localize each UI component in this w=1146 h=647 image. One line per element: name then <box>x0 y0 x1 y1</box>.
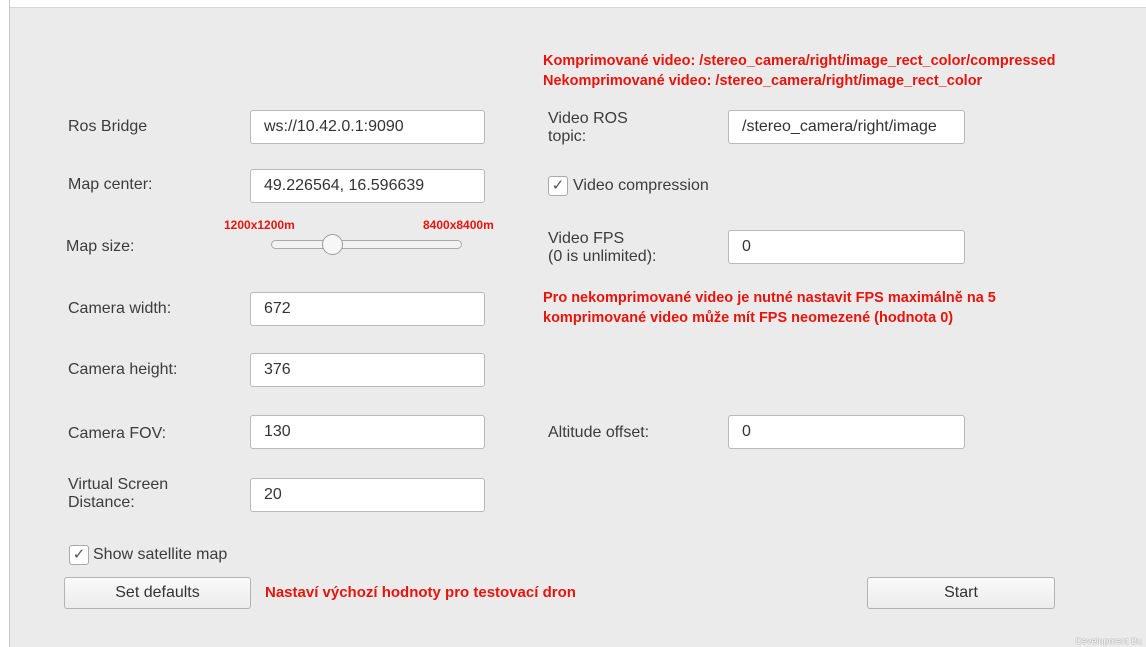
video-ros-topic-input[interactable]: /stereo_camera/right/image <box>728 110 965 144</box>
development-build-watermark: Development Bu <box>1075 636 1142 646</box>
altitude-offset-label: Altitude offset: <box>548 424 650 441</box>
annotation-compressed-topic: Komprimované video: /stereo_camera/right… <box>543 53 1056 69</box>
virtual-screen-label-line2: Distance: <box>68 494 135 511</box>
ros-bridge-input[interactable]: ws://10.42.0.1:9090 <box>250 110 485 144</box>
camera-fov-input[interactable]: 130 <box>250 415 485 449</box>
video-ros-topic-label-line2: topic: <box>548 128 587 145</box>
camera-width-input[interactable]: 672 <box>250 292 485 326</box>
camera-width-label: Camera width: <box>68 300 172 317</box>
annotation-uncompressed-topic: Nekomprimované video: /stereo_camera/rig… <box>543 73 983 89</box>
ros-bridge-label: Ros Bridge <box>68 118 148 135</box>
video-fps-label-line1: Video FPS <box>548 230 625 247</box>
camera-height-label: Camera height: <box>68 361 178 378</box>
altitude-offset-input[interactable]: 0 <box>728 415 965 449</box>
annotation-fps-note-line1: Pro nekomprimované video je nutné nastav… <box>543 290 996 306</box>
map-size-label: Map size: <box>66 238 135 255</box>
video-fps-label-line2: (0 is unlimited): <box>548 248 657 265</box>
map-size-min-label: 1200x1200m <box>224 218 295 232</box>
set-defaults-button[interactable]: Set defaults <box>64 577 251 609</box>
window-top-edge <box>0 0 1146 8</box>
camera-fov-label: Camera FOV: <box>68 425 167 442</box>
window-left-edge <box>0 0 10 647</box>
video-compression-label: Video compression <box>573 177 709 194</box>
virtual-screen-distance-input[interactable]: 20 <box>250 478 485 512</box>
map-size-slider-handle[interactable] <box>322 234 343 255</box>
map-size-max-label: 8400x8400m <box>423 218 494 232</box>
video-ros-topic-label-line1: Video ROS <box>548 110 628 127</box>
camera-height-input[interactable]: 376 <box>250 353 485 387</box>
map-size-slider-track[interactable] <box>271 240 462 249</box>
video-compression-checkbox[interactable]: ✓ <box>548 176 568 196</box>
start-button[interactable]: Start <box>867 577 1055 609</box>
video-fps-input[interactable]: 0 <box>728 230 965 264</box>
map-center-input[interactable]: 49.226564, 16.596639 <box>250 169 485 203</box>
annotation-fps-note-line2: komprimované video může mít FPS neomezen… <box>543 310 954 326</box>
show-satellite-map-label: Show satellite map <box>93 546 228 563</box>
virtual-screen-label-line1: Virtual Screen <box>68 476 169 493</box>
show-satellite-map-checkbox[interactable]: ✓ <box>69 545 89 565</box>
map-center-label: Map center: <box>68 176 153 193</box>
annotation-defaults-note: Nastaví výchozí hodnoty pro testovací dr… <box>265 584 576 601</box>
